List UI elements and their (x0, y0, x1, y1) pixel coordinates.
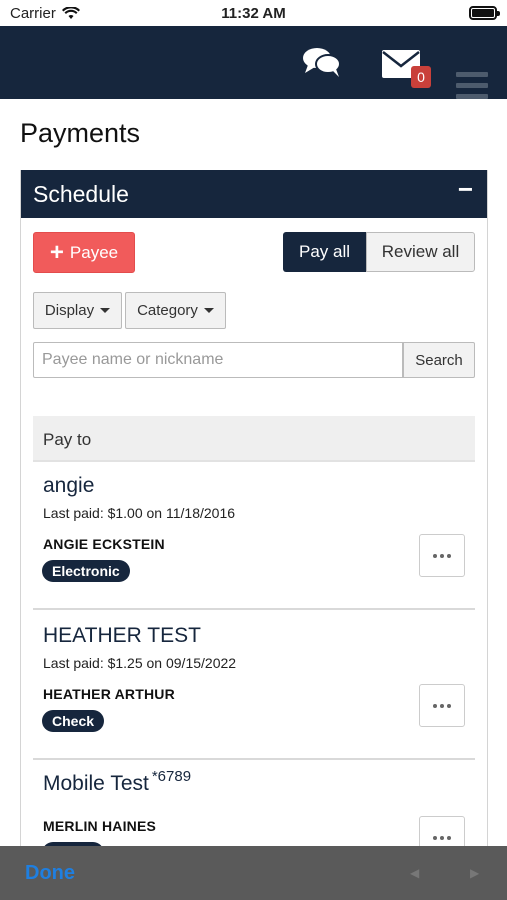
status-bar: Carrier 11:32 AM (0, 0, 507, 26)
status-time: 11:32 AM (221, 4, 286, 22)
payee-owner: HEATHER ARTHUR (43, 686, 175, 702)
more-options-button[interactable] (419, 534, 465, 577)
payee-name[interactable]: angie (33, 474, 475, 498)
pay-to-header: Pay to (33, 416, 475, 462)
divider (33, 758, 475, 760)
app-header: 0 (0, 26, 507, 99)
payee-name[interactable]: Mobile Test *6789 (33, 768, 475, 796)
panel-header: Schedule − (21, 170, 487, 218)
panel-title: Schedule (33, 180, 129, 207)
schedule-panel: Schedule − + Payee Pay all Review all Di… (20, 170, 488, 870)
menu-icon[interactable] (456, 72, 488, 105)
carrier-label: Carrier (10, 4, 56, 22)
done-button[interactable]: Done (25, 862, 75, 885)
battery-icon (469, 6, 500, 20)
review-all-button[interactable]: Review all (366, 232, 475, 272)
payee-search-input[interactable] (33, 342, 403, 378)
page-title: Payments (20, 118, 141, 148)
category-dropdown[interactable]: Category (125, 292, 226, 329)
status-left: Carrier (10, 5, 80, 22)
display-dropdown-label: Display (44, 302, 95, 319)
display-dropdown[interactable]: Display (33, 292, 122, 329)
pay-to-label: Pay to (43, 430, 92, 449)
search-button[interactable]: Search (403, 342, 475, 378)
mail-count-badge: 0 (411, 66, 431, 88)
caret-down-icon (100, 308, 111, 313)
list-item: HEATHER TEST Last paid: $1.25 on 09/15/2… (33, 624, 475, 764)
wifi-icon (61, 6, 80, 19)
payment-method-badge: Electronic (42, 560, 130, 582)
more-icon (433, 835, 437, 840)
account-suffix: *6789 (151, 768, 192, 785)
chat-icon[interactable] (302, 46, 342, 78)
pay-all-button[interactable]: Pay all (283, 232, 366, 272)
keyboard-accessory-bar: Done ◀ ▶ (0, 846, 507, 900)
more-icon (433, 703, 437, 708)
list-item: angie Last paid: $1.00 on 11/18/2016 ANG… (33, 474, 475, 614)
plus-icon: + (49, 238, 64, 266)
last-paid-text: Last paid: $1.00 on 11/18/2016 (43, 505, 236, 521)
payee-owner: MERLIN HAINES (43, 818, 157, 834)
category-dropdown-label: Category (137, 302, 198, 319)
collapse-button[interactable]: − (458, 176, 473, 202)
add-payee-button[interactable]: + Payee (33, 232, 135, 273)
previous-field-arrow[interactable]: ◀ (410, 866, 419, 880)
payment-method-badge: Check (42, 710, 105, 732)
payee-name[interactable]: HEATHER TEST (33, 624, 475, 648)
next-field-arrow[interactable]: ▶ (470, 866, 479, 880)
last-paid-text: Last paid: $1.25 on 09/15/2022 (43, 655, 237, 671)
more-icon (433, 553, 437, 558)
more-options-button[interactable] (419, 684, 465, 727)
caret-down-icon (203, 308, 214, 313)
add-payee-label: Payee (69, 242, 119, 262)
payee-owner: ANGIE ECKSTEIN (43, 536, 165, 552)
divider (33, 608, 475, 610)
